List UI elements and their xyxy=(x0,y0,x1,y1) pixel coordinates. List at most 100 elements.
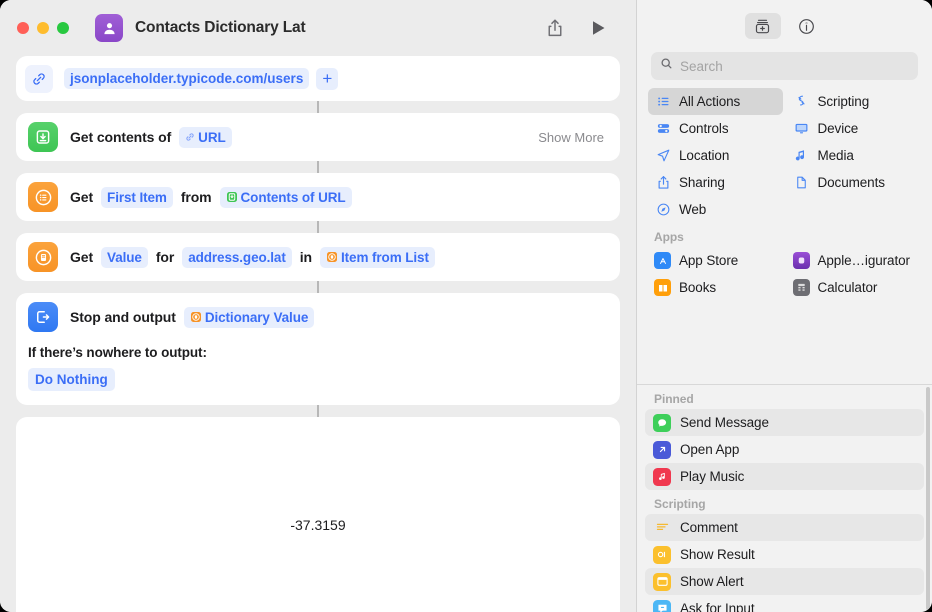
dictionary-value-token[interactable]: Dictionary Value xyxy=(183,306,315,328)
title-bar: Contacts Dictionary Lat xyxy=(0,0,636,56)
sidebar-item-empty xyxy=(787,196,922,223)
list-item-ask-for-input[interactable]: Ask for Input xyxy=(645,595,924,612)
app-item-books[interactable]: Books xyxy=(648,274,783,301)
calculator-icon xyxy=(792,279,810,296)
action-label-for: for xyxy=(155,249,175,265)
list-item-label: Show Result xyxy=(680,547,755,562)
list-item-label: Play Music xyxy=(680,469,745,484)
connector-line xyxy=(317,281,319,293)
sidebar-item-label: Documents xyxy=(817,175,885,190)
search-icon xyxy=(660,57,673,75)
list-item-label: Open App xyxy=(680,442,740,457)
sidebar-item-controls[interactable]: Controls xyxy=(648,115,783,142)
show-alert-icon xyxy=(653,572,671,591)
list-item-show-result[interactable]: Show Result xyxy=(645,541,924,568)
sidebar-item-device[interactable]: Device xyxy=(787,115,922,142)
sidebar-item-label: Controls xyxy=(679,121,729,136)
search-box[interactable] xyxy=(651,52,918,80)
action-library-sidebar: All Actions Scripting xyxy=(636,0,932,612)
list-icon xyxy=(28,182,58,212)
sidebar-item-location[interactable]: Location xyxy=(648,142,783,169)
zoom-button[interactable] xyxy=(57,22,69,34)
token-label: URL xyxy=(198,129,226,145)
action-label-in: in xyxy=(299,249,312,265)
pinned-section-header: Pinned xyxy=(654,392,694,406)
item-from-list-token[interactable]: Item from List xyxy=(320,246,435,268)
exit-icon xyxy=(28,302,58,332)
sidebar-item-all-actions[interactable]: All Actions xyxy=(648,88,783,115)
app-item-label: App Store xyxy=(679,253,739,268)
music-note-icon xyxy=(793,148,811,163)
close-button[interactable] xyxy=(17,22,29,34)
app-item-apple-configurator[interactable]: Apple…igurator xyxy=(787,247,922,274)
sidebar-item-label: All Actions xyxy=(679,94,741,109)
messages-icon xyxy=(653,413,671,432)
sidebar-item-media[interactable]: Media xyxy=(787,142,922,169)
link-icon xyxy=(185,132,195,142)
controls-icon xyxy=(654,121,672,136)
action-card-stop-and-output[interactable]: Stop and output Dictionary Value If ther… xyxy=(16,293,620,405)
list-item-send-message[interactable]: Send Message xyxy=(645,409,924,436)
music-icon xyxy=(653,467,671,486)
minimize-button[interactable] xyxy=(37,22,49,34)
info-circle-icon[interactable] xyxy=(789,13,825,39)
share-icon xyxy=(654,175,672,190)
list-item-play-music[interactable]: Play Music xyxy=(645,463,924,490)
add-url-button[interactable]: + xyxy=(316,67,339,90)
document-icon xyxy=(793,175,811,190)
comment-icon xyxy=(653,519,671,537)
app-item-app-store[interactable]: App Store xyxy=(648,247,783,274)
sidebar-item-label: Device xyxy=(817,121,859,136)
shortcuts-window: Contacts Dictionary Lat jsonplaceholder.… xyxy=(0,0,932,612)
sidebar-item-label: Scripting xyxy=(817,94,870,109)
contents-of-url-token[interactable]: Contents of URL xyxy=(219,186,352,208)
list-item-show-alert[interactable]: Show Alert xyxy=(645,568,924,595)
action-card-get-dictionary-value[interactable]: Get Value for address.geo.lat in Item fr… xyxy=(16,233,620,281)
play-icon[interactable] xyxy=(584,14,614,42)
apps-grid: App Store Apple…igurator Books Calculato… xyxy=(637,247,932,301)
sidebar-item-documents[interactable]: Documents xyxy=(787,169,922,196)
app-item-calculator[interactable]: Calculator xyxy=(787,274,922,301)
show-result-icon xyxy=(653,545,671,564)
search-input[interactable] xyxy=(680,58,909,74)
url-value-token[interactable]: jsonplaceholder.typicode.com/users xyxy=(64,68,310,89)
sidebar-item-web[interactable]: Web xyxy=(648,196,783,223)
sidebar-item-scripting[interactable]: Scripting xyxy=(787,88,922,115)
fallback-value-dropdown[interactable]: Do Nothing xyxy=(28,368,115,391)
dictionary-orange-icon xyxy=(326,251,338,263)
fallback-label: If there’s nowhere to output: xyxy=(28,345,207,360)
safari-compass-icon xyxy=(654,202,672,217)
library-list-section: Pinned Send Message Open App Play Music xyxy=(637,385,932,612)
action-card-get-contents-of-url[interactable]: Get contents of URL Show More xyxy=(16,113,620,161)
window-resize-handle[interactable] xyxy=(916,596,930,610)
dictionary-icon xyxy=(28,242,58,272)
share-icon[interactable] xyxy=(540,14,570,42)
dictionary-key-token[interactable]: address.geo.lat xyxy=(182,246,292,268)
value-type-token[interactable]: Value xyxy=(101,246,148,268)
list-item-label: Ask for Input xyxy=(680,601,755,612)
token-label: Dictionary Value xyxy=(204,309,309,325)
apps-section-header: Apps xyxy=(654,230,684,244)
list-item-label: Show Alert xyxy=(680,574,744,589)
sidebar-item-label: Media xyxy=(817,148,854,163)
action-label: Get xyxy=(70,249,94,265)
document-green-icon xyxy=(226,191,238,203)
sidebar-item-label: Sharing xyxy=(679,175,725,190)
sidebar-scrollbar[interactable] xyxy=(926,387,930,610)
search-container xyxy=(637,52,932,88)
show-more-button[interactable]: Show More xyxy=(538,130,608,145)
dictionary-orange-icon xyxy=(190,311,202,323)
list-item-open-app[interactable]: Open App xyxy=(645,436,924,463)
action-label: Get contents of xyxy=(70,129,172,145)
url-action-card[interactable]: jsonplaceholder.typicode.com/users + xyxy=(16,56,620,101)
contacts-icon xyxy=(95,14,123,42)
bullet-list-icon xyxy=(654,94,672,109)
sidebar-item-sharing[interactable]: Sharing xyxy=(648,169,783,196)
action-card-get-item-from-list[interactable]: Get First Item from Contents of URL xyxy=(16,173,620,221)
list-item-comment[interactable]: Comment xyxy=(645,514,924,541)
url-parameter-token[interactable]: URL xyxy=(179,126,232,148)
item-index-token[interactable]: First Item xyxy=(101,186,173,208)
add-action-icon[interactable] xyxy=(744,13,781,39)
token-label: Contents of URL xyxy=(240,189,346,205)
token-label: Item from List xyxy=(341,249,429,265)
